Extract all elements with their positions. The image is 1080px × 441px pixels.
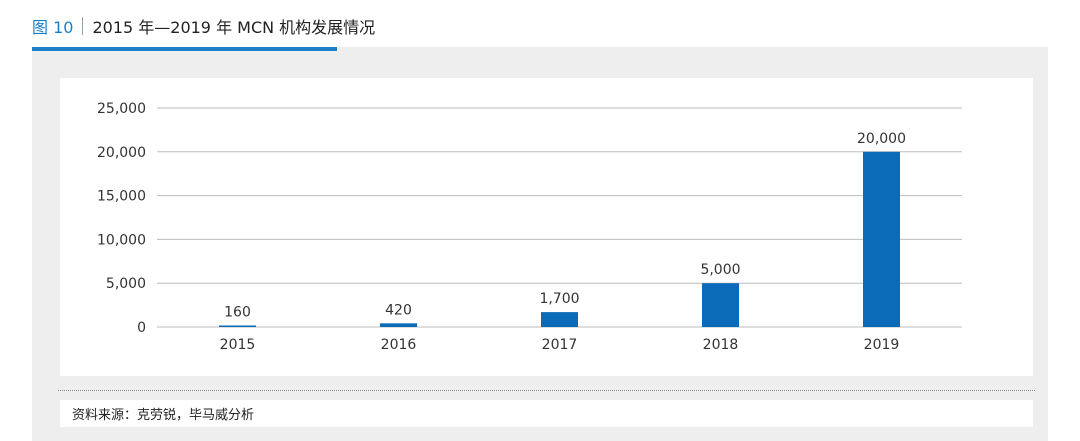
bar [380,323,417,327]
data-label: 1,700 [539,291,579,307]
data-label: 420 [385,302,412,318]
bar [219,325,256,327]
x-tick-label: 2019 [864,337,900,353]
chart-area: 0 5,000 10,000 15,000 20,000 25,000 160 2015 420… [60,78,1033,376]
dotted-divider [58,390,1035,391]
bar-chart: 0 5,000 10,000 15,000 20,000 25,000 160 2015 420… [97,101,962,353]
bar [702,283,739,327]
x-tick-label: 2015 [220,337,256,353]
y-tick-label: 20,000 [97,145,146,161]
x-tick-label: 2017 [542,337,578,353]
y-tick-label: 0 [137,320,146,336]
title-underline [32,47,337,51]
data-label: 20,000 [857,131,906,147]
x-tick-label: 2018 [703,337,739,353]
header-divider [82,17,84,35]
source-box: 资料来源：克劳锐，毕马威分析 [60,400,1033,427]
figure-label: 图 10 [32,18,74,37]
y-tick-label: 25,000 [97,101,146,117]
figure-title: 2015 年—2019 年 MCN 机构发展情况 [92,18,376,37]
bar [863,151,900,327]
data-label: 5,000 [700,262,740,278]
data-label: 160 [224,305,251,321]
y-tick-label: 10,000 [97,232,146,248]
bar [541,312,578,327]
x-tick-label: 2016 [381,337,417,353]
source-note: 资料来源：克劳锐，毕马威分析 [72,408,255,423]
y-tick-label: 5,000 [106,276,146,292]
figure-header: 图 10 2015 年—2019 年 MCN 机构发展情况 [32,12,375,40]
y-tick-label: 15,000 [97,189,146,205]
